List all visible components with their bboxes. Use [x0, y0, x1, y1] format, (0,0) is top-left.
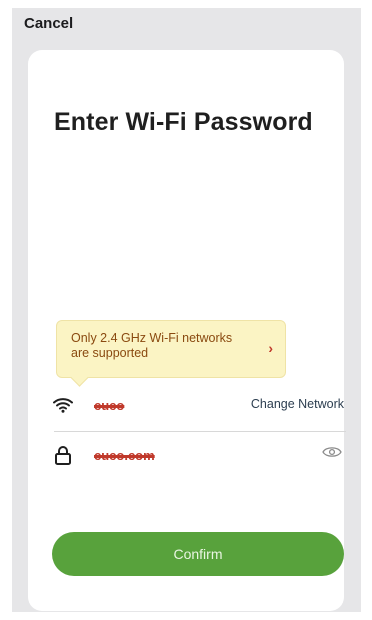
eye-icon[interactable]: [322, 445, 342, 464]
network-name: cuco: [94, 397, 125, 413]
wifi-icon: [52, 394, 74, 416]
wifi-password-sheet: Enter Wi-Fi Password Only 2.4 GHz Wi-Fi …: [28, 50, 346, 611]
tooltip-text-line-2: are supported: [71, 346, 149, 360]
lock-icon: [52, 444, 74, 466]
password-field[interactable]: cuco.com: [94, 448, 155, 463]
page-title: Enter Wi-Fi Password: [54, 108, 313, 136]
tooltip-tail: [70, 368, 89, 387]
chevron-right-icon: ›: [268, 340, 273, 356]
change-network-link[interactable]: Change Network: [251, 397, 344, 411]
network-row: cuco Change Network: [52, 390, 344, 420]
frequency-hint-tooltip[interactable]: Only 2.4 GHz Wi-Fi networks are supporte…: [56, 320, 286, 387]
cancel-button[interactable]: Cancel: [24, 15, 73, 32]
app-screen: Cancel Enter Wi-Fi Password Only 2.4 GHz…: [12, 8, 361, 612]
confirm-button[interactable]: Confirm: [52, 532, 344, 576]
tooltip-text-line-1: Only 2.4 GHz Wi-Fi networks: [71, 331, 233, 345]
divider: [54, 431, 346, 432]
password-row[interactable]: cuco.com: [52, 440, 342, 470]
